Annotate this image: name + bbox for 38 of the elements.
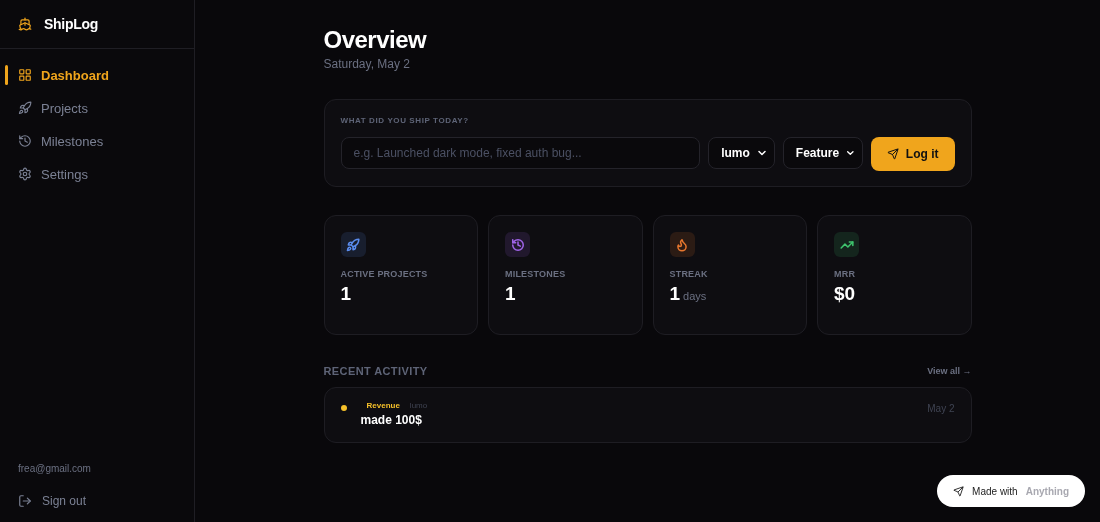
activity-text: made 100$ — [360, 413, 423, 427]
send-icon — [953, 485, 965, 497]
account-email: frea@gmail.com — [18, 463, 92, 474]
history-icon — [18, 134, 32, 148]
activity-type: Revenue — [366, 401, 400, 410]
brand-name: ShipLog — [44, 16, 98, 32]
project-select[interactable]: lumo — [708, 137, 775, 169]
activity-date: May 2 — [927, 403, 955, 416]
stat-unit: days — [683, 290, 707, 302]
stat-label: ACTIVE PROJECTS — [340, 269, 429, 279]
view-all-link[interactable]: View all → — [927, 366, 972, 376]
type-select[interactable]: Feature — [782, 137, 863, 169]
section-title: RECENT ACTIVITY — [323, 365, 428, 377]
rocket-icon — [18, 101, 32, 115]
stat-value: $0 — [834, 283, 856, 305]
page-date: Saturday, May 2 — [323, 57, 411, 71]
grid-icon — [18, 68, 32, 82]
nav-item[interactable]: Settings — [0, 160, 194, 188]
ship-icon — [18, 17, 32, 31]
badge-brand: Anything — [1025, 485, 1069, 497]
page-title: Overview — [323, 26, 428, 54]
settings-icon — [18, 167, 32, 181]
nav-item[interactable]: Milestones — [0, 127, 194, 155]
nav-item[interactable]: Dashboard — [0, 61, 194, 89]
ship-input-field[interactable]: e.g. Launched dark mode, fixed auth bug... — [340, 137, 701, 169]
stat-label: STREAK — [669, 269, 709, 279]
sign-out-link[interactable]: Sign out — [18, 494, 176, 508]
stat-value: 1 — [505, 283, 516, 305]
form-label: WHAT DID YOU SHIP TODAY? — [340, 116, 470, 125]
stat-value: 1 — [669, 283, 681, 305]
made-with-badge[interactable]: Made with Anything — [937, 475, 1085, 507]
sign-out-icon — [18, 494, 32, 508]
stat-label: MILESTONES — [505, 269, 567, 279]
send-icon — [886, 148, 899, 160]
nav-item[interactable]: Projects — [0, 94, 194, 122]
log-button[interactable]: Log it — [870, 137, 955, 171]
stat-label: MRR — [834, 269, 857, 279]
stat-value: 1 — [340, 283, 352, 305]
